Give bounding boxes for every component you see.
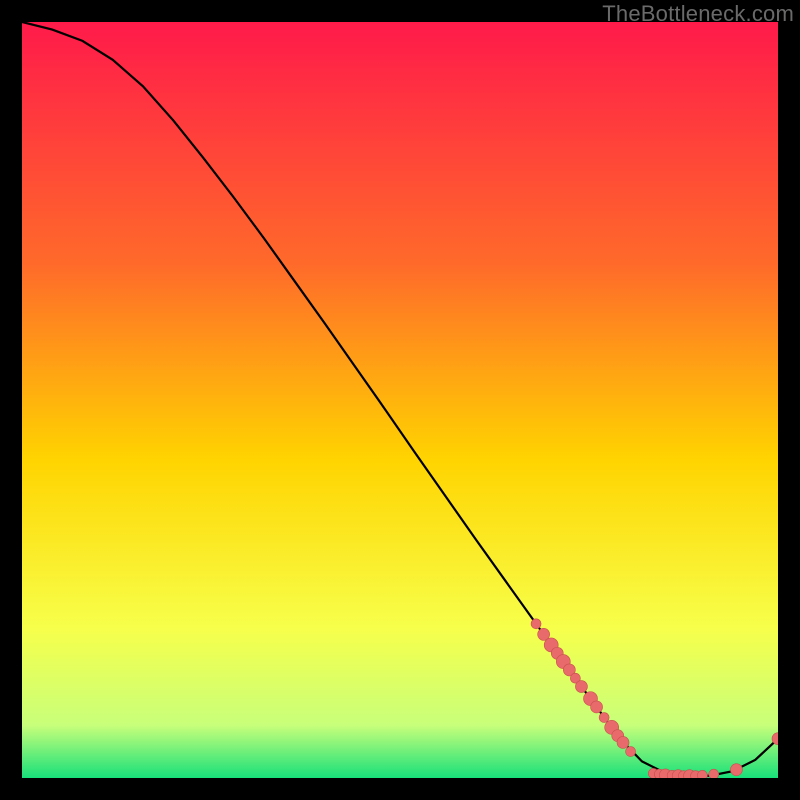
data-marker (617, 736, 629, 748)
plot-area (22, 22, 778, 778)
data-marker (531, 619, 541, 629)
data-marker (626, 747, 636, 757)
data-marker (575, 681, 587, 693)
data-marker (599, 713, 609, 723)
data-marker (591, 701, 603, 713)
chart-svg (22, 22, 778, 778)
gradient-background (22, 22, 778, 778)
data-marker (697, 770, 707, 778)
chart-stage: TheBottleneck.com (0, 0, 800, 800)
data-marker (709, 769, 719, 778)
data-marker (730, 764, 742, 776)
